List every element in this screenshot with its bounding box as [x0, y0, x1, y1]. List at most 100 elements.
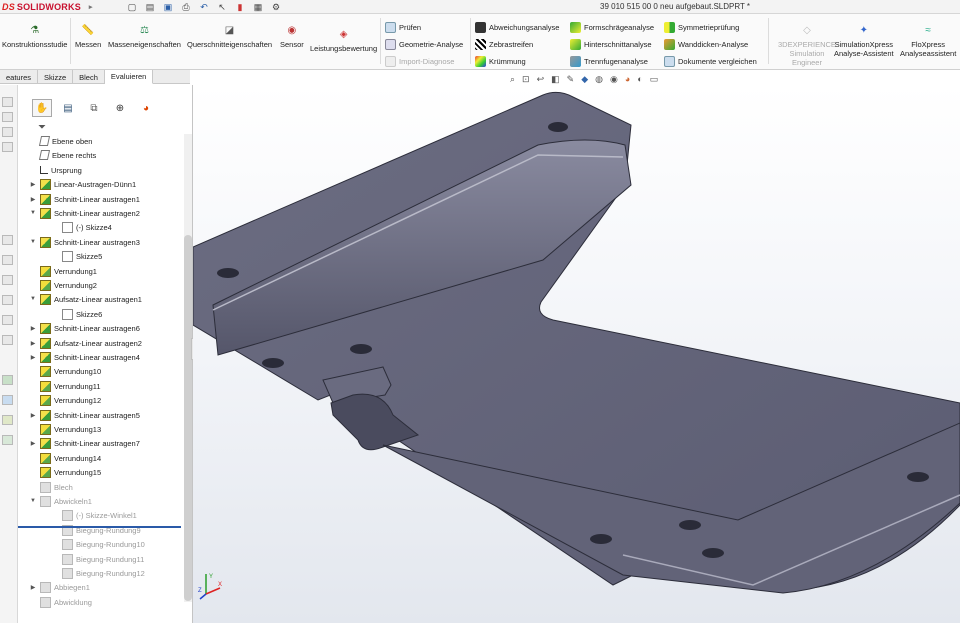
tree-item[interactable]: Skizze5 — [62, 249, 102, 263]
tree-item[interactable]: ▶ Schnitt-Linear austragen5 — [29, 408, 140, 422]
rollback-bar[interactable] — [18, 526, 181, 528]
dimxpert-tab-icon[interactable]: ⊕ — [110, 99, 130, 117]
tree-item[interactable]: (-) Skizze4 — [62, 220, 112, 234]
toolbar-icon[interactable] — [2, 375, 13, 385]
simulationxpress-button[interactable]: ✦ SimulationXpress Analyse-Assistent — [834, 24, 894, 58]
toolbar-icon[interactable] — [2, 275, 13, 285]
edit-appearance-icon[interactable]: ◕ — [625, 74, 630, 84]
import-diagnose-button[interactable]: Import-Diagnose — [385, 56, 454, 67]
tree-item[interactable]: Ebene oben — [38, 134, 92, 148]
expand-arrow-icon[interactable]: ▶ — [29, 340, 37, 347]
symmetriepruefung-button[interactable]: Symmetrieprüfung — [664, 22, 739, 33]
new-document-icon[interactable]: ▢ — [124, 1, 140, 13]
hide-show-icon[interactable]: ◉ — [610, 74, 618, 85]
select-icon[interactable]: ↖ — [214, 1, 230, 13]
collapse-arrow-icon[interactable]: ▼ — [29, 498, 37, 504]
save-icon[interactable]: ▣ — [160, 1, 176, 13]
expand-arrow-icon[interactable]: ▶ — [29, 325, 37, 332]
tab-blech[interactable]: Blech — [73, 70, 105, 84]
zebrastreifen-button[interactable]: Zebrastreifen — [475, 39, 533, 50]
messen-button[interactable]: 📏 Messen — [75, 24, 101, 49]
expand-arrow-icon[interactable]: ▶ — [29, 196, 37, 203]
view-settings-icon[interactable]: ▭ — [650, 74, 659, 85]
tab-evaluieren[interactable]: Evaluieren — [104, 70, 154, 84]
dokumente-vergleichen-button[interactable]: Dokumente vergleichen — [664, 56, 757, 67]
tree-item[interactable]: Verrundung10 — [40, 364, 101, 378]
tree-item[interactable]: ▶ Schnitt-Linear austragen1 — [29, 192, 140, 206]
3dexperience-simulation-button[interactable]: ◇ 3DEXPERIENCE Simulation Engineer — [778, 24, 836, 67]
trennfugenanalyse-button[interactable]: Trennfugenanalyse — [570, 56, 648, 67]
display-style-icon[interactable]: ◍ — [595, 74, 603, 85]
solidworks-logo[interactable]: DS SOLIDWORKS ▸ — [2, 1, 93, 13]
expand-arrow-icon[interactable]: ▶ — [29, 412, 37, 419]
konstruktionsstudie-button[interactable]: ⚗ Konstruktionsstudie — [2, 24, 67, 49]
undo-icon[interactable]: ↶ — [196, 1, 212, 13]
tree-item[interactable]: Biegung-Rundung10 — [62, 537, 145, 551]
toolbar-icon[interactable] — [2, 415, 13, 425]
property-manager-tab-icon[interactable]: ▤ — [58, 99, 78, 117]
tab-skizze[interactable]: Skizze — [38, 70, 74, 84]
expand-arrow-icon[interactable]: ▶ — [29, 440, 37, 447]
toolbar-icon[interactable] — [2, 295, 13, 305]
kruemmung-button[interactable]: Krümmung — [475, 56, 526, 67]
configuration-manager-tab-icon[interactable]: ⧉ — [84, 99, 104, 117]
tree-item[interactable]: Verrundung11 — [40, 379, 101, 393]
geometrie-analyse-button[interactable]: Geometrie-Analyse — [385, 39, 463, 50]
zoom-to-fit-icon[interactable]: ⌕ — [510, 74, 515, 85]
tree-item[interactable]: ▶ Schnitt-Linear austragen7 — [29, 436, 140, 450]
expand-arrow-icon[interactable]: ▶ — [29, 354, 37, 361]
graphics-viewport[interactable] — [193, 85, 960, 623]
tree-item[interactable]: ▶ Schnitt-Linear austragen6 — [29, 321, 140, 335]
expand-arrow-icon[interactable]: ▶ — [29, 584, 37, 591]
tree-item[interactable]: ▶ Schnitt-Linear austragen4 — [29, 350, 140, 364]
toolbar-icon[interactable] — [2, 235, 13, 245]
floxpress-button[interactable]: ≈ FloXpress Analyseassistent — [900, 24, 956, 58]
toolbar-icon[interactable] — [2, 435, 13, 445]
view-orientation-icon[interactable]: ◆ — [581, 74, 588, 85]
filter-icon[interactable]: ⏷ — [38, 122, 46, 133]
querschnitt-button[interactable]: ◪ Querschnitteigenschaften — [187, 24, 272, 49]
hinterschnittanalyse-button[interactable]: Hinterschnittanalyse — [570, 39, 652, 50]
file-properties-icon[interactable]: ▦ — [250, 1, 266, 13]
sensor-button[interactable]: ◉ Sensor — [280, 24, 304, 49]
tree-item[interactable]: ▶ Linear-Austragen-Dünn1 — [29, 177, 136, 191]
tree-item[interactable]: ▶ Aufsatz-Linear austragen2 — [29, 336, 142, 350]
tree-item[interactable]: ▼ Schnitt-Linear austragen3 — [29, 235, 140, 249]
toolbar-icon[interactable] — [2, 127, 13, 137]
tree-item[interactable]: Verrundung15 — [40, 465, 101, 479]
tree-item[interactable]: Verrundung12 — [40, 393, 101, 407]
toolbar-icon[interactable] — [2, 335, 13, 345]
toolbar-icon[interactable] — [2, 97, 13, 107]
open-icon[interactable]: ▤ — [142, 1, 158, 13]
rebuild-icon[interactable]: ▮ — [232, 1, 248, 13]
menu-arrow-icon[interactable]: ▸ — [89, 3, 93, 11]
apply-scene-icon[interactable]: ◐ — [637, 74, 642, 84]
options-icon[interactable]: ⚙ — [268, 1, 284, 13]
tree-item[interactable]: Verrundung13 — [40, 422, 101, 436]
section-view-icon[interactable]: ◧ — [551, 74, 560, 85]
tree-item[interactable]: Blech — [40, 480, 73, 494]
toolbar-icon[interactable] — [2, 142, 13, 152]
tab-features[interactable]: eatures — [0, 70, 39, 84]
toolbar-icon[interactable] — [2, 112, 13, 122]
tree-item[interactable]: ▼ Abwickeln1 — [29, 494, 92, 508]
tree-item[interactable]: Biegung-Rundung12 — [62, 566, 145, 580]
dynamic-annotation-icon[interactable]: ✎ — [567, 74, 575, 85]
collapse-arrow-icon[interactable]: ▼ — [29, 239, 37, 245]
tree-item[interactable]: ▼ Schnitt-Linear austragen2 — [29, 206, 140, 220]
tree-item[interactable]: Biegung-Rundung11 — [62, 552, 144, 566]
tree-scrollbar-thumb[interactable] — [184, 235, 192, 601]
display-manager-tab-icon[interactable]: ◕ — [136, 99, 156, 117]
tree-item[interactable]: Abwicklung — [40, 595, 92, 609]
tree-item[interactable]: Ursprung — [40, 163, 82, 177]
toolbar-icon[interactable] — [2, 315, 13, 325]
masseeigenschaften-button[interactable]: ⚖ Masseneigenschaften — [108, 24, 181, 49]
previous-view-icon[interactable]: ↩ — [537, 74, 545, 85]
abweichungsanalyse-button[interactable]: Abweichungsanalyse — [475, 22, 559, 33]
pruefen-button[interactable]: Prüfen — [385, 22, 421, 33]
feature-tree-tab-icon[interactable]: ✋ — [32, 99, 52, 117]
toolbar-icon[interactable] — [2, 395, 13, 405]
tree-item[interactable]: Verrundung2 — [40, 278, 97, 292]
tree-item[interactable]: Verrundung1 — [40, 264, 97, 278]
formschraegeanalyse-button[interactable]: Formschrägeanalyse — [570, 22, 654, 33]
